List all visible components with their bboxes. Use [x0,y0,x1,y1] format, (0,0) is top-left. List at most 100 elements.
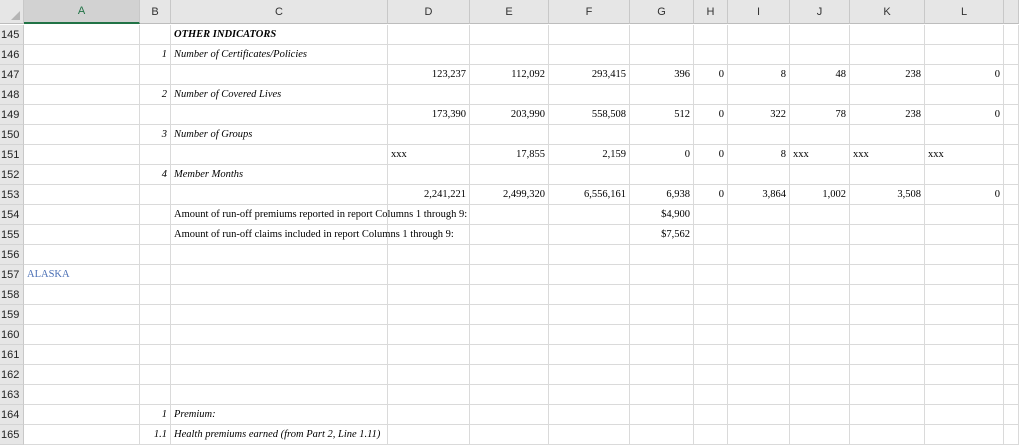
cell-l162[interactable] [925,365,1004,385]
cell-l161[interactable] [925,345,1004,365]
cell-c162[interactable] [171,365,388,385]
cell-k149[interactable]: 238 [850,105,925,125]
cell-j164[interactable] [790,405,850,425]
cell-i162[interactable] [728,365,790,385]
cell-g150[interactable] [630,125,694,145]
cell-l159[interactable] [925,305,1004,325]
row-header[interactable]: 154 [0,205,24,225]
cell-l157[interactable] [925,265,1004,285]
cell-l148[interactable] [925,85,1004,105]
row-header[interactable]: 149 [0,105,24,125]
cell-g160[interactable] [630,325,694,345]
row-header[interactable]: 159 [0,305,24,325]
cell-i160[interactable] [728,325,790,345]
cell-d154[interactable] [388,205,470,225]
cell-g146[interactable] [630,45,694,65]
cell-a159[interactable] [24,305,140,325]
column-header-k[interactable]: K [850,0,925,24]
cell-f151[interactable]: 2,159 [549,145,630,165]
cell-b150[interactable]: 3 [140,125,171,145]
cell-b151[interactable] [140,145,171,165]
cell-b153[interactable] [140,185,171,205]
cell-h163[interactable] [694,385,728,405]
cell-h164[interactable] [694,405,728,425]
cell-f157[interactable] [549,265,630,285]
cell-e148[interactable] [470,85,549,105]
cell-d165[interactable] [388,425,470,445]
cell-j147[interactable]: 48 [790,65,850,85]
cell-e158[interactable] [470,285,549,305]
column-header-b[interactable]: B [140,0,171,24]
cell-k148[interactable] [850,85,925,105]
cell-e150[interactable] [470,125,549,145]
cell-h148[interactable] [694,85,728,105]
cell-g151[interactable]: 0 [630,145,694,165]
cell-a154[interactable] [24,205,140,225]
cell-j156[interactable] [790,245,850,265]
cell-d148[interactable] [388,85,470,105]
cell-d153[interactable]: 2,241,221 [388,185,470,205]
cell-a151[interactable] [24,145,140,165]
cell-h146[interactable] [694,45,728,65]
column-header-d[interactable]: D [388,0,470,24]
cell-l156[interactable] [925,245,1004,265]
cell-b155[interactable] [140,225,171,245]
cell-c153[interactable] [171,185,388,205]
cell-b158[interactable] [140,285,171,305]
cell-f164[interactable] [549,405,630,425]
cell-a158[interactable] [24,285,140,305]
cell-j154[interactable] [790,205,850,225]
cell-a160[interactable] [24,325,140,345]
cell-k153[interactable]: 3,508 [850,185,925,205]
row-header[interactable]: 161 [0,345,24,365]
cell-e154[interactable] [470,205,549,225]
cell-f147[interactable]: 293,415 [549,65,630,85]
cell-k159[interactable] [850,305,925,325]
cell-g164[interactable] [630,405,694,425]
cell-l150[interactable] [925,125,1004,145]
cell-g155[interactable]: $7,562 [630,225,694,245]
cell-h154[interactable] [694,205,728,225]
cell-g158[interactable] [630,285,694,305]
cell-g149[interactable]: 512 [630,105,694,125]
cell-e165[interactable] [470,425,549,445]
column-header-g[interactable]: G [630,0,694,24]
cell-g152[interactable] [630,165,694,185]
cell-c152[interactable]: Member Months [171,165,388,185]
row-header[interactable]: 148 [0,85,24,105]
cell-b145[interactable] [140,25,171,45]
cell-c154[interactable]: Amount of run-off premiums reported in r… [171,205,467,225]
cell-d155[interactable] [388,225,470,245]
cell-l165[interactable] [925,425,1004,445]
cell-c149[interactable] [171,105,388,125]
cell-b161[interactable] [140,345,171,365]
cell-d145[interactable] [388,25,470,45]
cell-i155[interactable] [728,225,790,245]
cell-c146[interactable]: Number of Certificates/Policies [171,45,388,65]
cell-g148[interactable] [630,85,694,105]
row-header[interactable]: 147 [0,65,24,85]
cell-h155[interactable] [694,225,728,245]
cell-j152[interactable] [790,165,850,185]
cell-g145[interactable] [630,25,694,45]
cell-f148[interactable] [549,85,630,105]
row-header[interactable]: 151 [0,145,24,165]
cell-e153[interactable]: 2,499,320 [470,185,549,205]
cell-g154[interactable]: $4,900 [630,205,694,225]
cell-a161[interactable] [24,345,140,365]
column-header-j[interactable]: J [790,0,850,24]
cell-h160[interactable] [694,325,728,345]
cell-d161[interactable] [388,345,470,365]
cell-l153[interactable]: 0 [925,185,1004,205]
cell-h158[interactable] [694,285,728,305]
cell-i150[interactable] [728,125,790,145]
cell-j163[interactable] [790,385,850,405]
cell-e163[interactable] [470,385,549,405]
column-header-f[interactable]: F [549,0,630,24]
cell-a157[interactable]: ALASKA [24,265,140,285]
cell-b163[interactable] [140,385,171,405]
cell-i165[interactable] [728,425,790,445]
cell-l152[interactable] [925,165,1004,185]
cell-a156[interactable] [24,245,140,265]
cell-e152[interactable] [470,165,549,185]
